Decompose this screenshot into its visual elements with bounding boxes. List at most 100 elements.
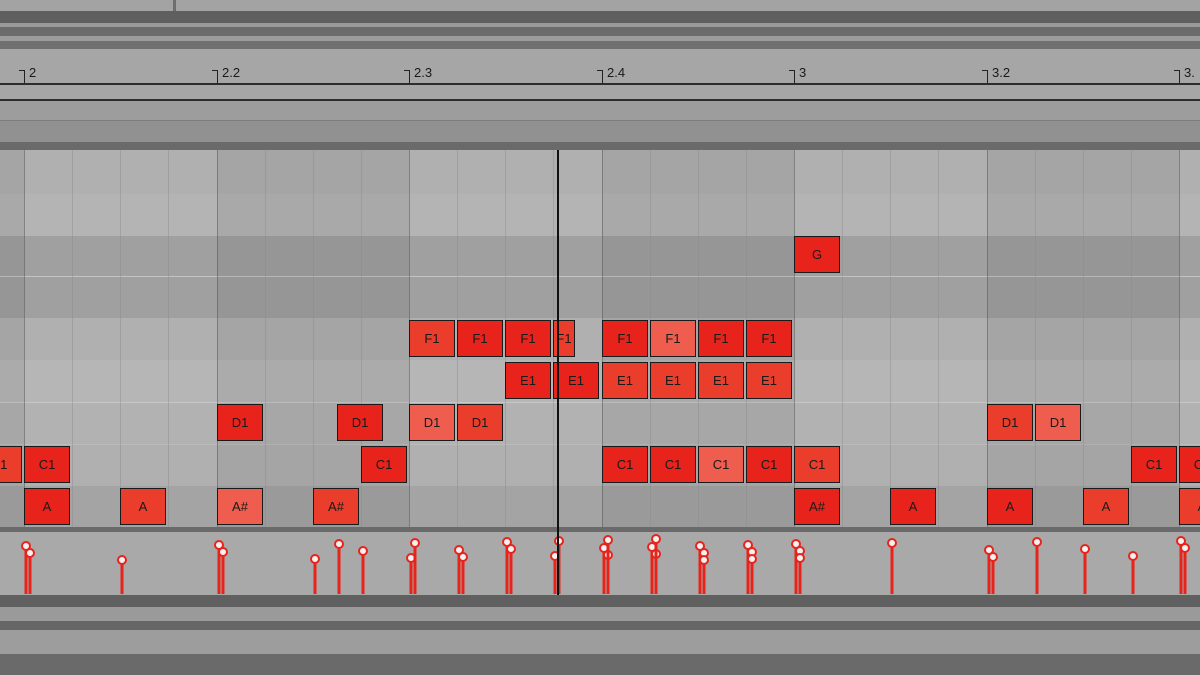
ruler-tick [602, 70, 603, 83]
velocity-handle[interactable] [795, 553, 805, 563]
midi-note[interactable]: F1 [457, 320, 503, 357]
midi-note[interactable]: C1 [746, 446, 792, 483]
gridline-sub [1035, 150, 1036, 527]
velocity-handle[interactable] [458, 552, 468, 562]
midi-note[interactable]: D1 [337, 404, 383, 441]
loop-strip[interactable] [0, 85, 1200, 101]
scrub-strip[interactable] [0, 101, 1200, 120]
top-panel-divider [173, 0, 176, 11]
bottom-gap-2 [0, 630, 1200, 654]
midi-note[interactable]: A# [794, 488, 840, 525]
bottom-strip [0, 595, 1200, 607]
midi-note[interactable]: A [890, 488, 936, 525]
gridline-sub [168, 150, 169, 527]
midi-note[interactable]: C1 [1179, 446, 1200, 483]
midi-note[interactable]: D1 [409, 404, 455, 441]
ruler-label: 3. [1184, 65, 1195, 80]
velocity-handle[interactable] [506, 544, 516, 554]
gridline-sub [72, 150, 73, 527]
midi-note[interactable]: D1 [457, 404, 503, 441]
midi-note[interactable]: A [120, 488, 166, 525]
midi-note[interactable]: E1 [602, 362, 648, 399]
header-strip-3 [0, 41, 1200, 49]
midi-note[interactable]: C1 [794, 446, 840, 483]
velocity-handle[interactable] [988, 552, 998, 562]
gridline-sub [313, 150, 314, 527]
midi-note[interactable]: G [794, 236, 840, 273]
midi-note[interactable]: F1 [698, 320, 744, 357]
ruler-tick-foot [212, 70, 217, 71]
midi-editor: 22.22.32.433.23. C1C1AAD1A#A#D1C1F1D1F1D… [0, 0, 1200, 675]
midi-note[interactable]: C1 [650, 446, 696, 483]
header-strip-2 [0, 27, 1200, 36]
midi-note[interactable]: C1 [602, 446, 648, 483]
midi-note[interactable]: F1 [409, 320, 455, 357]
midi-note[interactable]: E1 [746, 362, 792, 399]
midi-note[interactable]: A# [313, 488, 359, 525]
midi-note[interactable]: C1 [0, 446, 22, 483]
ruler-tick-foot [982, 70, 987, 71]
midi-note[interactable]: C1 [24, 446, 70, 483]
velocity-handle[interactable] [747, 554, 757, 564]
gridline-sub [938, 150, 939, 527]
midi-note[interactable]: A [24, 488, 70, 525]
midi-note[interactable]: D1 [987, 404, 1033, 441]
top-panel [0, 0, 1200, 11]
ruler-tick [1179, 70, 1180, 83]
midi-note[interactable]: F1 [505, 320, 551, 357]
ruler-label: 2.4 [607, 65, 626, 80]
midi-note[interactable]: A [1083, 488, 1129, 525]
velocity-handle[interactable] [699, 555, 709, 565]
midi-note[interactable]: E1 [505, 362, 551, 399]
gridline-sub [890, 150, 891, 527]
velocity-handle[interactable] [1080, 544, 1090, 554]
gridline-sub [265, 150, 266, 527]
midi-note[interactable]: D1 [1035, 404, 1081, 441]
velocity-handle[interactable] [1128, 551, 1138, 561]
midi-note[interactable]: F1 [602, 320, 648, 357]
midi-note[interactable]: C1 [1131, 446, 1177, 483]
ruler-tick-foot [789, 70, 794, 71]
midi-note[interactable]: F1 [650, 320, 696, 357]
midi-note[interactable]: E1 [698, 362, 744, 399]
velocity-markers[interactable] [0, 531, 1200, 595]
velocity-handle[interactable] [310, 554, 320, 564]
gridline-beat [217, 150, 218, 527]
velocity-handle[interactable] [358, 546, 368, 556]
ruler-label: 3 [799, 65, 807, 80]
midi-note[interactable]: E1 [553, 362, 599, 399]
velocity-handle[interactable] [218, 547, 228, 557]
velocity-handle[interactable] [410, 538, 420, 548]
gridline-sub [842, 150, 843, 527]
midi-note[interactable]: D1 [217, 404, 263, 441]
midi-note[interactable]: C1 [698, 446, 744, 483]
velocity-handle[interactable] [887, 538, 897, 548]
timeline-ruler[interactable] [0, 49, 1200, 85]
ruler-tick-foot [1174, 70, 1179, 71]
midi-note[interactable]: E1 [650, 362, 696, 399]
velocity-handle[interactable] [1180, 543, 1190, 553]
gridline-beat [987, 150, 988, 527]
scrub-strip-2[interactable] [0, 120, 1200, 143]
ruler-label: 2.3 [414, 65, 433, 80]
midi-note[interactable]: C1 [361, 446, 407, 483]
midi-note[interactable]: A# [217, 488, 263, 525]
gridline-sub [1083, 150, 1084, 527]
midi-note[interactable]: A [1179, 488, 1200, 525]
ruler-label: 2 [29, 65, 37, 80]
midi-note[interactable]: A [987, 488, 1033, 525]
velocity-handle[interactable] [651, 534, 661, 544]
velocity-handle[interactable] [603, 535, 613, 545]
velocity-handle[interactable] [25, 548, 35, 558]
velocity-handle[interactable] [334, 539, 344, 549]
bottom-gap [0, 607, 1200, 621]
ruler-tick [794, 70, 795, 83]
ruler-tick [409, 70, 410, 83]
header-strip [0, 11, 1200, 23]
grid-top-border [0, 142, 1200, 150]
velocity-handle[interactable] [117, 555, 127, 565]
midi-note[interactable]: F1 [746, 320, 792, 357]
velocity-handle[interactable] [1032, 537, 1042, 547]
playhead[interactable] [557, 150, 559, 595]
bottom-strip-3 [0, 654, 1200, 675]
